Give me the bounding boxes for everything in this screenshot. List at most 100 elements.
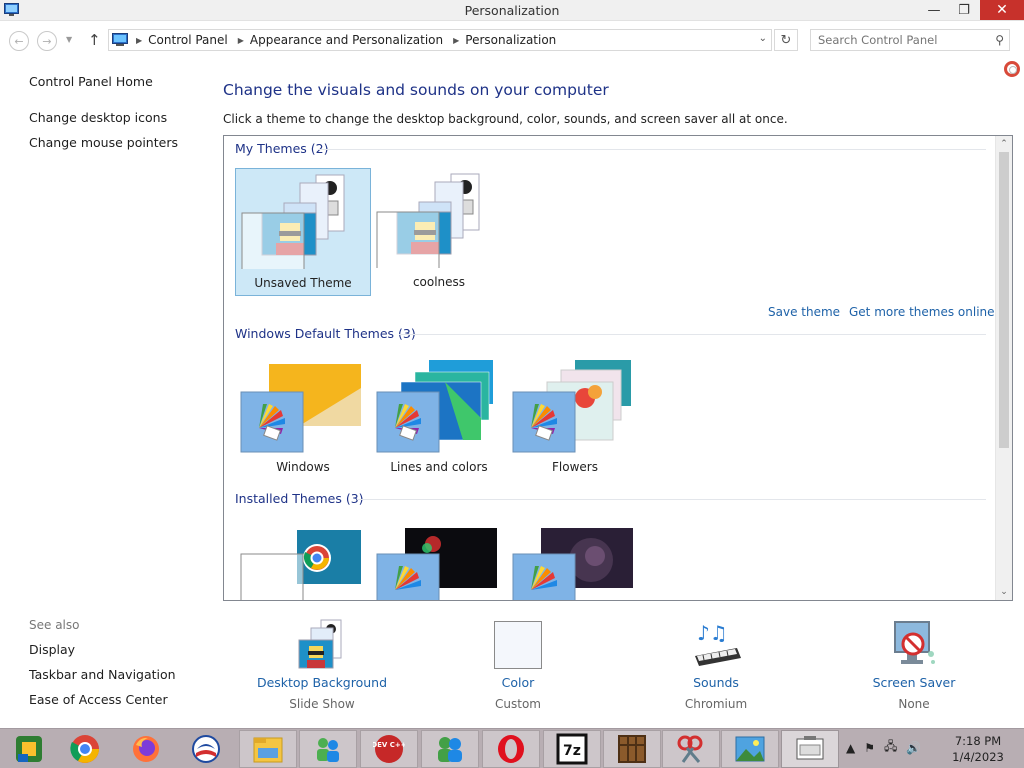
taskbar-navigation-link[interactable]: Taskbar and Navigation	[29, 667, 176, 682]
theme-coolness[interactable]: coolness	[371, 168, 507, 296]
clock-time: 7:18 PM	[954, 734, 1002, 748]
title-bar: Personalization — ❐ ✕	[0, 0, 1024, 21]
taskbar-firefox[interactable]	[117, 730, 175, 768]
theme-installed-dark-2[interactable]	[507, 522, 643, 600]
get-more-themes-link[interactable]: Get more themes online	[849, 305, 995, 319]
installed-themes-header: Installed Themes (3)	[235, 491, 364, 506]
taskbar-start-app[interactable]	[0, 730, 58, 768]
breadcrumb-appearance[interactable]: Appearance and Personalization	[250, 33, 443, 47]
breadcrumb[interactable]: ▶ Control Panel ▶ Appearance and Persona…	[108, 29, 772, 51]
scissors-icon	[677, 735, 703, 763]
change-mouse-pointers-link[interactable]: Change mouse pointers	[29, 135, 178, 150]
sounds-label[interactable]: Sounds	[631, 675, 801, 690]
sevenzip-icon: 7z	[556, 733, 588, 765]
theme-flowers[interactable]: Flowers	[507, 354, 643, 482]
picture-icon	[735, 736, 765, 762]
taskbar: DEV C++ 7z ▲ ⚑ 🖧 🔊 7:18 PM 1/4/2023	[0, 728, 1024, 768]
search-icon[interactable]: ⚲	[995, 33, 1004, 47]
taskbar-devcpp[interactable]: DEV C++	[360, 730, 418, 768]
left-navigation: Control Panel Home Change desktop icons …	[0, 60, 215, 726]
my-themes-header-text: My Themes (2)	[235, 141, 329, 156]
arrow-right-icon: →	[42, 34, 52, 48]
change-desktop-icons-link[interactable]: Change desktop icons	[29, 110, 167, 125]
control-panel-home-link[interactable]: Control Panel Home	[29, 74, 153, 89]
taskbar-opera[interactable]	[482, 730, 540, 768]
sounds-icon: ♪♫	[695, 621, 741, 666]
folder-icon	[253, 737, 283, 763]
refresh-button[interactable]: ↻	[774, 29, 798, 51]
theme-list: My Themes (2) Unsaved Theme coolness Sav…	[223, 135, 1013, 601]
firefox-icon	[133, 736, 159, 762]
svg-text:♪♫: ♪♫	[697, 621, 728, 645]
taskbar-chrome[interactable]	[56, 730, 114, 768]
show-hidden-icons-chevron-icon[interactable]: ▲	[846, 741, 855, 755]
network-icon[interactable]: 🖧	[884, 737, 897, 758]
desktop-background-value: Slide Show	[289, 697, 355, 711]
theme-thumbnail-icon	[376, 528, 497, 600]
volume-icon[interactable]: 🔊	[906, 741, 921, 755]
page-description: Click a theme to change the desktop back…	[223, 112, 788, 126]
theme-windows[interactable]: Windows	[235, 354, 371, 482]
breadcrumb-separator-icon: ▶	[136, 35, 143, 45]
taskbar-snipping-tool[interactable]	[662, 730, 720, 768]
taskbar-messenger[interactable]	[421, 730, 479, 768]
scroll-thumb[interactable]	[999, 152, 1009, 448]
maximize-button[interactable]: ❐	[950, 0, 978, 20]
taskbar-file-explorer[interactable]	[239, 730, 297, 768]
desktop-background-label[interactable]: Desktop Background	[237, 675, 407, 690]
back-button[interactable]: ←	[9, 31, 29, 51]
action-center-flag-icon[interactable]: ⚑	[864, 741, 875, 755]
chrome-icon	[70, 735, 99, 763]
default-themes-header: Windows Default Themes (3)	[235, 326, 416, 341]
color-swatch-icon	[494, 621, 542, 669]
sevenzip-text: 7z	[563, 743, 581, 759]
crafting-table-icon	[618, 735, 646, 763]
devcpp-text: DEV C++	[373, 741, 405, 749]
theme-unsaved[interactable]: Unsaved Theme	[235, 168, 371, 296]
desktop-background-icon	[298, 619, 342, 669]
recent-pages-dropdown[interactable]: ▼	[66, 35, 72, 44]
system-clock[interactable]: 7:18 PM 1/4/2023	[944, 733, 1012, 765]
start-app-icon	[16, 736, 42, 762]
arrow-up-icon: ↑	[88, 31, 101, 49]
taskbar-photos[interactable]	[721, 730, 779, 768]
up-button[interactable]: ↑	[88, 31, 101, 49]
theme-thumbnail-icon	[240, 530, 361, 600]
scroll-up-icon[interactable]: ⌃	[996, 136, 1012, 152]
group-divider	[319, 149, 986, 150]
theme-thumbnail-icon	[241, 174, 345, 269]
theme-lines-and-colors[interactable]: Lines and colors	[371, 354, 507, 482]
people-icon	[317, 738, 339, 762]
ease-of-access-link[interactable]: Ease of Access Center	[29, 692, 168, 707]
theme-installed-dark-1[interactable]	[371, 522, 507, 600]
screen-saver-label[interactable]: Screen Saver	[829, 675, 999, 690]
taskbar-personalization[interactable]	[781, 730, 839, 768]
minimize-button[interactable]: —	[920, 0, 948, 20]
breadcrumb-personalization[interactable]: Personalization	[465, 33, 556, 47]
taskbar-7zip[interactable]: 7z	[543, 730, 601, 768]
page-title: Change the visuals and sounds on your co…	[223, 81, 609, 99]
taskbar-minecraft[interactable]	[603, 730, 661, 768]
color-label[interactable]: Color	[433, 675, 603, 690]
group-divider	[399, 334, 986, 335]
taskbar-control-panel[interactable]	[299, 730, 357, 768]
theme-list-scrollbar[interactable]: ⌃ ⌄	[995, 136, 1012, 600]
theme-label: Flowers	[552, 460, 598, 474]
campaign-logo-icon	[192, 735, 220, 763]
breadcrumb-control-panel[interactable]: Control Panel	[148, 33, 228, 47]
search-input[interactable]	[811, 30, 981, 50]
theme-thumbnail-icon	[376, 173, 480, 268]
arrow-left-icon: ←	[14, 34, 24, 48]
clock-date: 1/4/2023	[952, 750, 1004, 764]
close-button[interactable]: ✕	[980, 0, 1024, 20]
sounds-value: Chromium	[684, 697, 748, 711]
address-dropdown-icon[interactable]: ⌄	[759, 33, 767, 44]
display-link[interactable]: Display	[29, 642, 75, 657]
breadcrumb-separator-icon: ▶	[453, 35, 460, 45]
help-icon[interactable]	[1004, 61, 1020, 77]
save-theme-link[interactable]: Save theme	[768, 305, 840, 319]
taskbar-obama-app[interactable]	[177, 730, 235, 768]
scroll-down-icon[interactable]: ⌄	[996, 584, 1012, 600]
forward-button[interactable]: →	[37, 31, 57, 51]
theme-installed-chrome[interactable]	[235, 522, 371, 600]
